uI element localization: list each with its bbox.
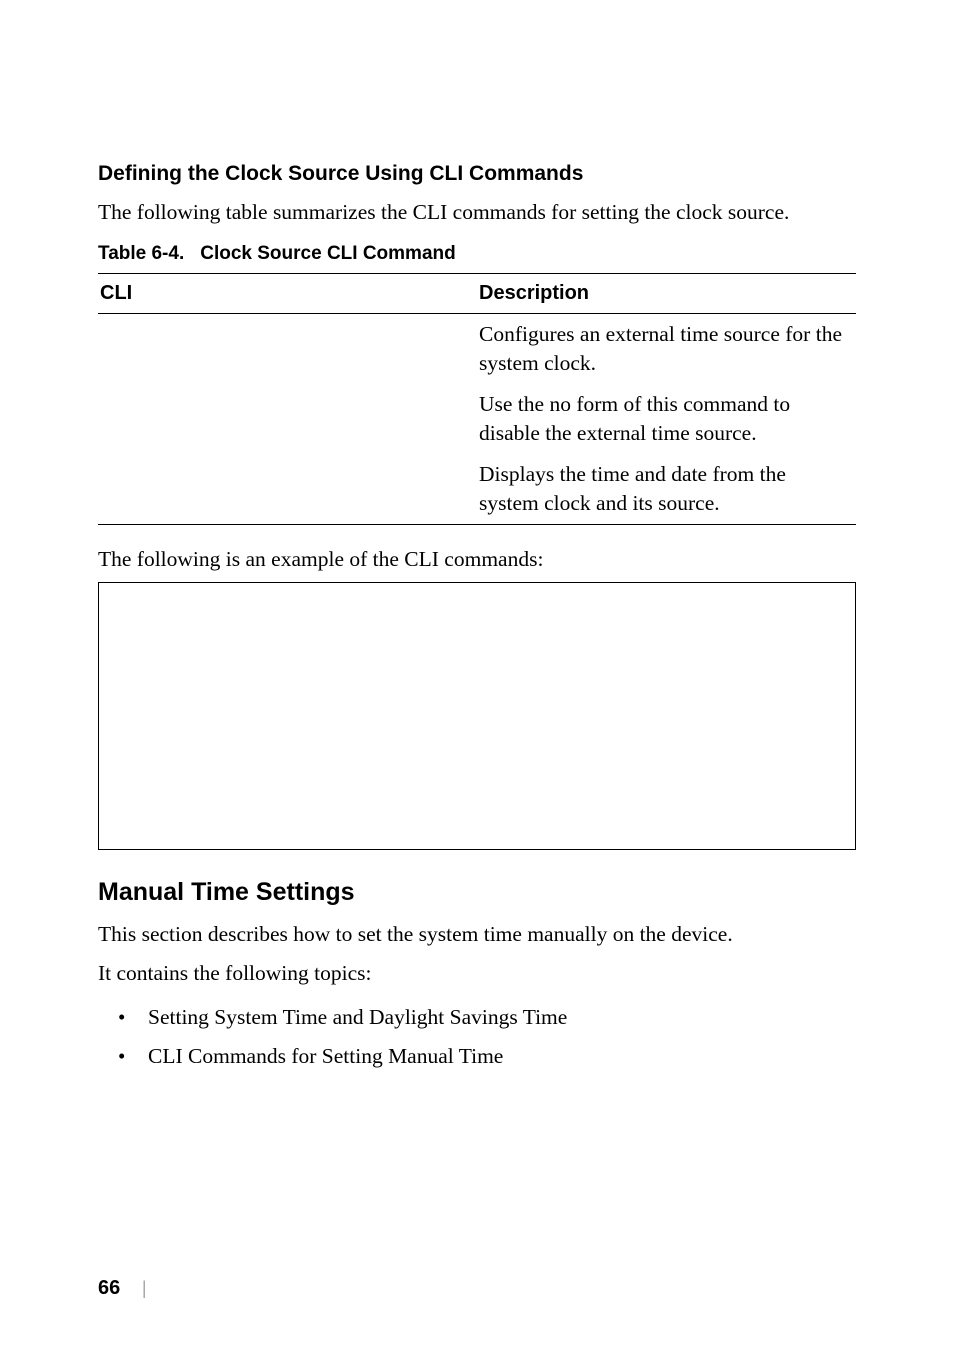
heading-defining-clock-source: Defining the Clock Source Using CLI Comm… (98, 160, 856, 188)
para-example-intro: The following is an example of the CLI c… (98, 545, 856, 574)
table-row: Configures an external time source for t… (98, 314, 856, 385)
table-caption-title: Clock Source CLI Command (200, 243, 456, 264)
table-caption: Table 6-4. Clock Source CLI Command (98, 241, 856, 267)
cli-example-box (98, 582, 856, 850)
para-intro: The following table summarizes the CLI c… (98, 198, 856, 227)
table-caption-label: Table 6-4. (98, 243, 184, 264)
page-footer: 66 | (98, 1275, 146, 1302)
td-desc: Use the no form of this command to disab… (477, 384, 856, 454)
td-cli (98, 314, 477, 385)
td-desc: Displays the time and date from the syst… (477, 454, 856, 525)
para-section2-1: This section describes how to set the sy… (98, 920, 856, 949)
table-row: Use the no form of this command to disab… (98, 384, 856, 454)
page-container: Defining the Clock Source Using CLI Comm… (0, 0, 954, 1352)
page-number: 66 (98, 1275, 120, 1302)
table-row: Displays the time and date from the syst… (98, 454, 856, 525)
heading-manual-time-settings: Manual Time Settings (98, 876, 856, 910)
list-item: Setting System Time and Daylight Savings… (118, 998, 856, 1037)
list-item: CLI Commands for Setting Manual Time (118, 1037, 856, 1076)
td-cli (98, 384, 477, 454)
topics-list: Setting System Time and Daylight Savings… (118, 998, 856, 1076)
table-head: CLI Description (98, 274, 856, 314)
footer-separator: | (142, 1276, 146, 1302)
th-description: Description (477, 274, 856, 314)
para-section2-2: It contains the following topics: (98, 959, 856, 988)
th-cli: CLI (98, 274, 477, 314)
td-desc: Configures an external time source for t… (477, 314, 856, 385)
td-cli (98, 454, 477, 525)
table-clock-source: CLI Description Configures an external t… (98, 273, 856, 525)
